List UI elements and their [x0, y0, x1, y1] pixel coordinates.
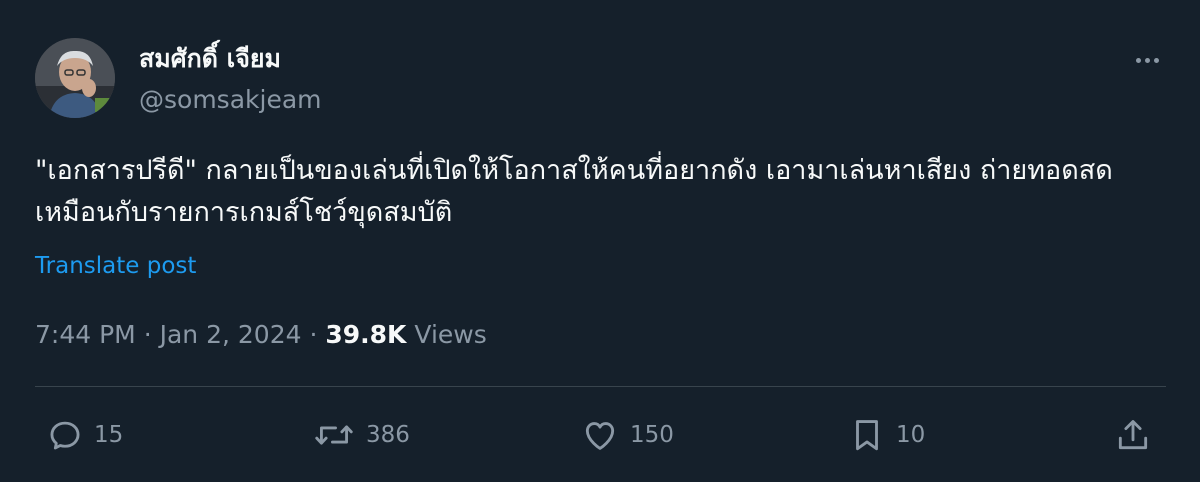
repost-button[interactable]: 386 [312, 416, 410, 454]
share-button[interactable] [1114, 416, 1152, 454]
bookmark-count: 10 [896, 422, 926, 448]
reply-icon [50, 421, 80, 450]
meta-separator: · [143, 320, 152, 349]
post-meta: 7:44 PM · Jan 2, 2024 · 39.8K Views [35, 317, 487, 353]
share-icon [1118, 420, 1148, 450]
views-label: Views [414, 320, 487, 349]
post-text: "เอกสารปรีดี" กลายเป็นของเล่นที่เปิดให้โ… [35, 155, 1122, 228]
translate-post-link[interactable]: Translate post [35, 250, 196, 282]
avatar[interactable] [35, 38, 115, 118]
more-horizontal-icon-dot [1144, 57, 1150, 63]
avatar-image [35, 38, 115, 118]
more-horizontal-icon-dot [1153, 57, 1159, 63]
reply-count: 15 [94, 422, 124, 448]
like-button[interactable]: 150 [580, 416, 674, 454]
more-horizontal-icon [1135, 57, 1141, 63]
repost-icon [315, 425, 353, 445]
meta-separator: · [309, 320, 318, 349]
post-date[interactable]: Jan 2, 2024 [160, 320, 302, 349]
like-count: 150 [630, 422, 674, 448]
divider [35, 386, 1166, 387]
more-options-button[interactable] [1130, 52, 1164, 68]
author-display-name[interactable]: สมศักดิ์ เจียม [139, 42, 281, 76]
heart-icon [585, 422, 615, 450]
bookmark-icon [856, 420, 878, 451]
repost-count: 386 [366, 422, 410, 448]
author-handle[interactable]: @somsakjeam [139, 83, 322, 117]
views-count: 39.8K [325, 320, 407, 349]
reply-button[interactable]: 15 [46, 416, 123, 454]
post-card: สมศักดิ์ เจียม @somsakjeam "เอกสารปรีดี"… [0, 0, 1200, 482]
post-time[interactable]: 7:44 PM [35, 320, 136, 349]
bookmark-button[interactable]: 10 [848, 416, 925, 454]
